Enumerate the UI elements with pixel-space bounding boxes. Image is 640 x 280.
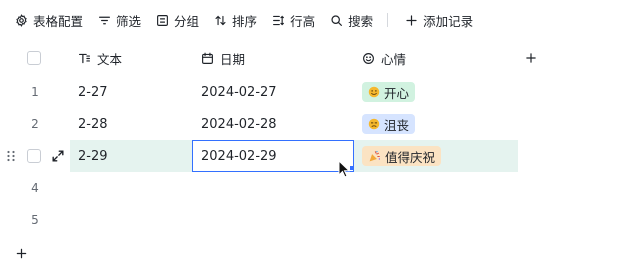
row-height-button[interactable]: 行高: [265, 8, 322, 32]
group-icon: [157, 14, 168, 26]
mood-cell[interactable]: 值得庆祝: [354, 140, 518, 172]
add-record-label: 添加记录: [423, 13, 474, 29]
filter-label: 筛选: [116, 13, 142, 29]
text-cell[interactable]: 2-28: [70, 108, 192, 140]
sort-icon: [215, 15, 226, 25]
date-cell[interactable]: [192, 172, 354, 204]
group-button[interactable]: 分组: [149, 8, 206, 32]
party-popper-emoji: [369, 150, 381, 161]
table-row[interactable]: 2 2-28 2024-02-28 沮丧: [0, 108, 640, 140]
filter-button[interactable]: 筛选: [91, 8, 148, 32]
row-number: 4: [31, 181, 39, 195]
mood-tag-label: 沮丧: [384, 117, 410, 133]
smile-icon: [363, 52, 374, 64]
column-header-date[interactable]: 日期: [192, 42, 354, 74]
happy-face-emoji: [368, 86, 380, 98]
add-record-button[interactable]: 添加记录: [398, 8, 480, 32]
table-row[interactable]: 5: [0, 204, 640, 236]
add-row-button[interactable]: [12, 244, 30, 262]
select-all-checkbox[interactable]: [27, 51, 41, 65]
mood-tag-label: 开心: [384, 85, 410, 101]
calendar-icon: [202, 52, 213, 64]
mood-cell[interactable]: 沮丧: [354, 108, 518, 140]
drag-handle-icon[interactable]: [6, 150, 16, 162]
date-cell[interactable]: 2024-02-28: [192, 108, 354, 140]
plus-icon: [406, 14, 417, 26]
column-header-text[interactable]: 文本: [70, 42, 192, 74]
plus-icon: [16, 248, 26, 258]
toolbar: 表格配置 筛选 分组 排序 行高 搜索 添加记录: [0, 0, 640, 40]
sort-label: 排序: [232, 13, 258, 29]
add-column-button[interactable]: [518, 42, 544, 74]
search-button[interactable]: 搜索: [323, 8, 380, 32]
text-cell[interactable]: [70, 172, 192, 204]
date-cell[interactable]: 2024-02-27: [192, 76, 354, 108]
search-icon: [331, 14, 343, 26]
column-header-mood[interactable]: 心情: [354, 42, 518, 74]
mood-tag-label: 值得庆祝: [385, 149, 436, 165]
column-header-label: 文本: [97, 51, 123, 67]
row-number: 2: [31, 117, 39, 131]
sort-button[interactable]: 排序: [207, 8, 264, 32]
filter-icon: [99, 16, 110, 24]
expand-record-icon[interactable]: [51, 149, 65, 163]
table-row[interactable]: 4: [0, 172, 640, 204]
table-settings-label: 表格配置: [33, 13, 84, 29]
mouse-cursor-icon: [338, 160, 350, 178]
date-cell[interactable]: 2024-02-29: [192, 140, 354, 172]
plus-icon: [526, 53, 536, 63]
text-cell[interactable]: 2-27: [70, 76, 192, 108]
text-cell[interactable]: [70, 204, 192, 236]
table-row-active[interactable]: 2-29 2024-02-29 值得庆祝: [0, 140, 640, 172]
mood-cell[interactable]: 开心: [354, 76, 518, 108]
table-row[interactable]: 1 2-27 2024-02-27 开心: [0, 76, 640, 108]
header-row: 文本 日期 心情: [0, 42, 640, 74]
mood-tag: 沮丧: [362, 114, 416, 134]
mood-tag: 值得庆祝: [362, 146, 442, 166]
date-cell[interactable]: [192, 204, 354, 236]
row-checkbox[interactable]: [27, 149, 41, 163]
row-height-label: 行高: [290, 13, 316, 29]
toolbar-divider: [387, 13, 389, 27]
mood-tag: 开心: [362, 82, 416, 102]
text-field-icon: [79, 53, 90, 63]
sad-face-emoji: [368, 118, 380, 130]
row-number: 1: [31, 85, 39, 99]
table-settings-button[interactable]: 表格配置: [8, 8, 90, 32]
gear-icon: [16, 13, 27, 27]
group-label: 分组: [174, 13, 200, 29]
row-height-icon: [273, 15, 285, 25]
search-label: 搜索: [348, 13, 374, 29]
row-number: 5: [31, 213, 39, 227]
table-view: 表格配置 筛选 分组 排序 行高 搜索 添加记录 文本 日期 心情 1 2-27…: [0, 0, 640, 280]
column-header-label: 日期: [220, 51, 246, 67]
text-cell[interactable]: 2-29: [70, 140, 192, 172]
column-header-label: 心情: [381, 51, 407, 67]
